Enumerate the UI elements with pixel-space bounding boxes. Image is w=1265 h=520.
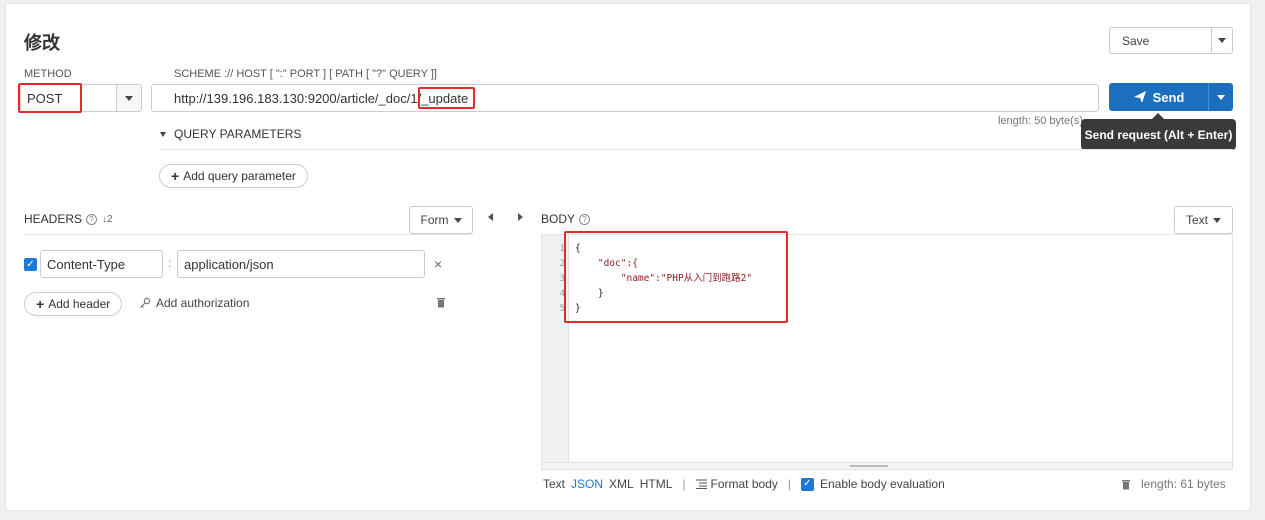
separator: | xyxy=(787,477,791,491)
query-parameters-label: QUERY PARAMETERS xyxy=(174,127,302,141)
send-tooltip: Send request (Alt + Enter) xyxy=(1081,119,1236,150)
add-header-label: Add header xyxy=(48,297,111,311)
line-number: 4 xyxy=(559,289,565,299)
add-authorization-label: Add authorization xyxy=(156,296,250,310)
colon-separator: : xyxy=(168,256,172,270)
header-row-checkbox[interactable]: ✓ xyxy=(24,258,37,271)
url-input[interactable]: http://139.196.183.130:9200/article/_doc… xyxy=(151,84,1099,112)
align-icon xyxy=(695,479,707,489)
add-query-parameter-button[interactable]: + Add query parameter xyxy=(159,164,308,188)
line-number-gutter: 1 2 3 4 5 xyxy=(542,235,569,469)
format-body-button[interactable]: Format body xyxy=(695,477,778,491)
save-button[interactable]: Save xyxy=(1109,27,1212,54)
url-length: length: 50 byte(s) xyxy=(998,115,1083,127)
line-number: 1 xyxy=(559,244,565,254)
header-value-text: application/json xyxy=(184,256,274,272)
body-mode-label: Text xyxy=(1185,213,1208,227)
line-number: 3 xyxy=(559,274,565,284)
request-panel: 修改 Save METHOD POST SCHEME :// HOST [ ":… xyxy=(5,3,1251,511)
code-line: } xyxy=(575,288,604,299)
body-section-title: BODY ? xyxy=(541,212,591,226)
headers-mode-dropdown[interactable]: Form xyxy=(409,206,473,234)
plus-icon: + xyxy=(36,296,45,312)
help-icon[interactable]: ? xyxy=(86,213,98,225)
remove-header-icon[interactable]: × xyxy=(434,256,442,272)
tooltip-arrow xyxy=(1152,113,1164,119)
body-label: BODY xyxy=(541,212,576,226)
headers-section-title: HEADERS ? ↓2 xyxy=(24,212,113,226)
chevron-down-icon xyxy=(125,95,133,101)
code-line: "doc":{ xyxy=(575,258,638,269)
trash-icon[interactable] xyxy=(436,297,446,308)
url-highlight-text: _update xyxy=(421,90,469,106)
grip-icon xyxy=(850,465,888,467)
body-length-area: length: 61 bytes xyxy=(1121,477,1226,491)
url-hint: SCHEME :// HOST [ ":" PORT ] [ PATH [ "?… xyxy=(174,68,437,80)
code-line: "name":"PHP从入门到跑路2" xyxy=(575,273,753,284)
collapse-left-icon[interactable] xyxy=(488,213,493,221)
plus-icon: + xyxy=(171,168,180,184)
enable-eval-checkbox[interactable]: ✓ xyxy=(801,477,814,491)
sort-icon[interactable]: ↓2 xyxy=(102,214,113,225)
expand-right-icon[interactable] xyxy=(518,213,523,221)
chevron-down-icon xyxy=(1217,94,1225,100)
code-area[interactable]: { "doc":{ "name":"PHP从入门到跑路2" }} xyxy=(575,241,752,316)
divider xyxy=(159,149,1233,150)
paper-plane-icon xyxy=(1133,91,1146,103)
add-authorization-link[interactable]: Add authorization xyxy=(139,296,249,310)
divider xyxy=(24,234,473,235)
chevron-down-icon xyxy=(453,217,462,223)
send-button[interactable]: Send xyxy=(1109,83,1208,111)
body-mode-dropdown[interactable]: Text xyxy=(1174,206,1233,234)
format-xml[interactable]: XML xyxy=(609,477,634,491)
save-dropdown-toggle[interactable] xyxy=(1211,27,1233,54)
format-json[interactable]: JSON xyxy=(571,477,603,491)
add-query-parameter-label: Add query parameter xyxy=(183,169,296,183)
separator: | xyxy=(682,477,686,491)
code-line: } xyxy=(575,303,581,314)
enable-eval-label: Enable body evaluation xyxy=(820,477,945,491)
send-tooltip-text: Send request (Alt + Enter) xyxy=(1084,127,1233,142)
page-title: 修改 xyxy=(24,33,60,53)
chevron-down-icon xyxy=(1218,38,1226,43)
format-html[interactable]: HTML xyxy=(640,477,673,491)
send-dropdown-toggle[interactable] xyxy=(1208,83,1233,111)
body-editor[interactable]: 1 2 3 4 5 { "doc":{ "name":"PHP从入门到跑路2" }} xyxy=(541,235,1233,470)
query-parameters-toggle[interactable]: QUERY PARAMETERS xyxy=(160,127,301,141)
format-bar: Text JSON XML HTML | Format body | ✓ Ena… xyxy=(543,477,945,491)
help-icon[interactable]: ? xyxy=(579,213,591,225)
send-label: Send xyxy=(1152,89,1185,105)
line-number: 5 xyxy=(559,304,565,314)
headers-label: HEADERS xyxy=(24,212,83,226)
method-label: METHOD xyxy=(24,68,72,80)
key-icon xyxy=(140,297,151,308)
chevron-down-icon xyxy=(1213,217,1221,223)
header-name-input[interactable]: Content-Type xyxy=(40,250,163,278)
trash-icon[interactable] xyxy=(1121,479,1131,490)
code-line: { xyxy=(575,243,581,254)
url-prefix: http://139.196.183.130:9200/article/_doc… xyxy=(174,90,422,106)
method-value: POST xyxy=(27,90,63,106)
header-value-input[interactable]: application/json xyxy=(177,250,425,278)
format-body-label: Format body xyxy=(710,477,778,491)
resize-handle[interactable] xyxy=(542,462,1232,469)
chevron-down-icon xyxy=(160,131,166,137)
add-header-button[interactable]: + Add header xyxy=(24,292,123,316)
line-number: 2 xyxy=(559,259,565,269)
body-length: length: 61 bytes xyxy=(1141,477,1226,491)
format-text[interactable]: Text xyxy=(543,477,565,491)
method-select[interactable]: POST xyxy=(20,84,116,112)
header-name-value: Content-Type xyxy=(47,256,126,272)
headers-mode-label: Form xyxy=(420,213,449,227)
method-dropdown-toggle[interactable] xyxy=(116,84,142,112)
save-label: Save xyxy=(1122,33,1150,48)
